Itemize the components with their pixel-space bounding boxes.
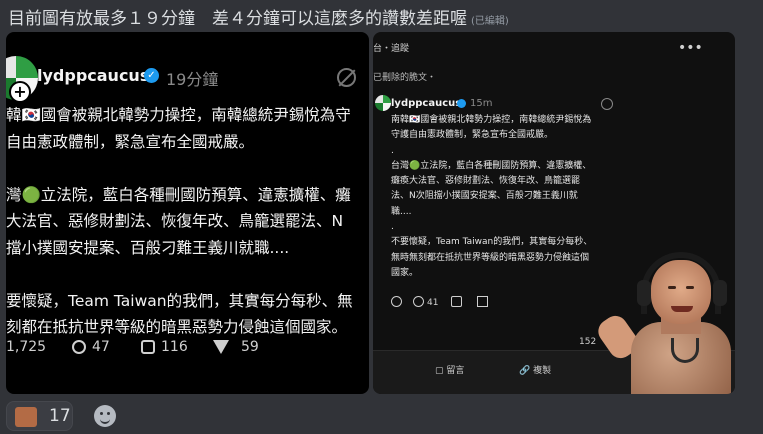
no-notification-icon — [337, 68, 356, 87]
streamer-photo — [593, 252, 735, 394]
streamer-head — [651, 260, 711, 324]
avatar — [375, 95, 391, 111]
comments-count: 47 — [92, 339, 110, 355]
post-line — [6, 155, 369, 182]
share-action: 59 — [213, 339, 259, 355]
follow-plus-icon: + — [9, 81, 31, 103]
verified-icon — [457, 99, 466, 108]
message-body: 目前圖有放最多１９分鐘 差４分鐘可以這麼多的讚數差距喔 — [8, 9, 467, 29]
more-icon: ••• — [678, 40, 703, 56]
reposts-count: 116 — [161, 339, 188, 355]
send-icon — [477, 296, 488, 307]
comment-icon — [72, 340, 86, 354]
reply-label: 留言 — [446, 366, 465, 376]
post-line: 台灣🟢立法院，藍白各種刪國防預算、違憲擴權、 — [391, 160, 592, 171]
attachment-image-left[interactable]: + lydppcaucus ✓ 19分鐘 韓🇰🇷國會被親北韓勢力操控，南韓總統尹… — [6, 32, 369, 394]
eye-left — [668, 286, 676, 289]
copy-button[interactable]: 🔗 複製 — [519, 363, 551, 376]
post-actions: 1,725 47 116 59 — [6, 337, 369, 361]
post-line: 南韓🇰🇷國會被親北韓勢力操控，南韓總統尹錫悅為 — [391, 115, 592, 125]
post-line — [6, 261, 369, 288]
headset-ear-left — [637, 280, 651, 306]
counter: 152 — [579, 337, 597, 347]
comment-action: 41 — [413, 296, 438, 308]
repost-action: 116 — [141, 339, 188, 355]
reaction-count: 17 — [49, 406, 71, 426]
comment-icon — [413, 296, 424, 307]
post-time: 19分鐘 — [166, 70, 219, 89]
like-action — [391, 296, 405, 308]
add-reaction-icon[interactable] — [94, 405, 116, 427]
post-line: 守護自由憲政體制，緊急宣布全國戒嚴。 — [391, 130, 554, 141]
reply-button[interactable]: ▢ 留言 — [435, 363, 464, 376]
post-username: lydppcaucus — [391, 98, 462, 109]
send-icon — [213, 340, 229, 354]
post-line: 大法官、惡修財劃法、恢復年改、鳥籠選罷法、N — [6, 212, 344, 230]
post-line: 不要懷疑，Team Taiwan的我們，其實每分每秒、 — [391, 237, 593, 248]
no-notification-icon — [601, 98, 613, 110]
post-username: lydppcaucus — [37, 66, 150, 85]
heart-icon — [391, 296, 402, 307]
copy-label: 複製 — [533, 366, 552, 376]
post-line: 要懷疑，Team Taiwan的我們，其實每分每秒、無 — [6, 291, 353, 310]
shares-count: 59 — [241, 339, 259, 355]
likes-count: 1,725 — [6, 339, 47, 355]
post-line: 自由憲政體制，緊急宣布全國戒嚴。 — [6, 132, 255, 151]
comments-count: 41 — [427, 298, 439, 308]
post-line: 法、N次阻擋小撲國安提案、百般刁難王義川就 — [391, 191, 578, 202]
post-line: 韓🇰🇷國會被親北韓勢力操控，南韓總統尹錫悅為守 — [6, 106, 351, 124]
mouth — [671, 306, 693, 312]
topbar-title: 台・追蹤 — [373, 44, 410, 54]
comments-action: 47 — [72, 339, 110, 355]
repost-icon — [451, 296, 462, 307]
deleted-note: 已刪除的脆文・ — [373, 73, 437, 83]
repost-icon — [141, 340, 155, 354]
post-body: 韓🇰🇷國會被親北韓勢力操控，南韓總統尹錫悅為守 自由憲政體制，緊急宣布全國戒嚴。 … — [6, 102, 369, 341]
share-action — [477, 296, 491, 308]
post-line: . — [391, 145, 394, 156]
post-line: 擋小撲國安提案、百般刁難王義川就職.... — [6, 238, 290, 257]
verified-icon: ✓ — [144, 68, 159, 83]
headset-ear-right — [713, 280, 727, 306]
post-line: 癱瘓大法官、惡修財劃法、恢復年改、鳥籠選罷 — [391, 176, 581, 187]
attachment-image-right[interactable]: 台・追蹤 ••• 已刪除的脆文・ lydppcaucus 15m 南韓🇰🇷國會被… — [373, 32, 735, 394]
post-line: 灣🟢立法院，藍白各種刪國防預算、違憲擴權、癱 — [6, 185, 351, 204]
repost-action — [451, 296, 465, 308]
message-text: 目前圖有放最多１９分鐘 差４分鐘可以這麼多的讚數差距喔 (已編輯) — [8, 4, 509, 29]
post-line: . — [391, 222, 394, 233]
eye-right — [686, 286, 694, 289]
post-line: 職.... — [391, 206, 412, 217]
custom-emoji-icon — [15, 407, 37, 427]
post-time: 15m — [470, 98, 493, 109]
reaction-button[interactable]: 17 — [6, 401, 73, 431]
edited-tag: (已編輯) — [471, 16, 509, 27]
